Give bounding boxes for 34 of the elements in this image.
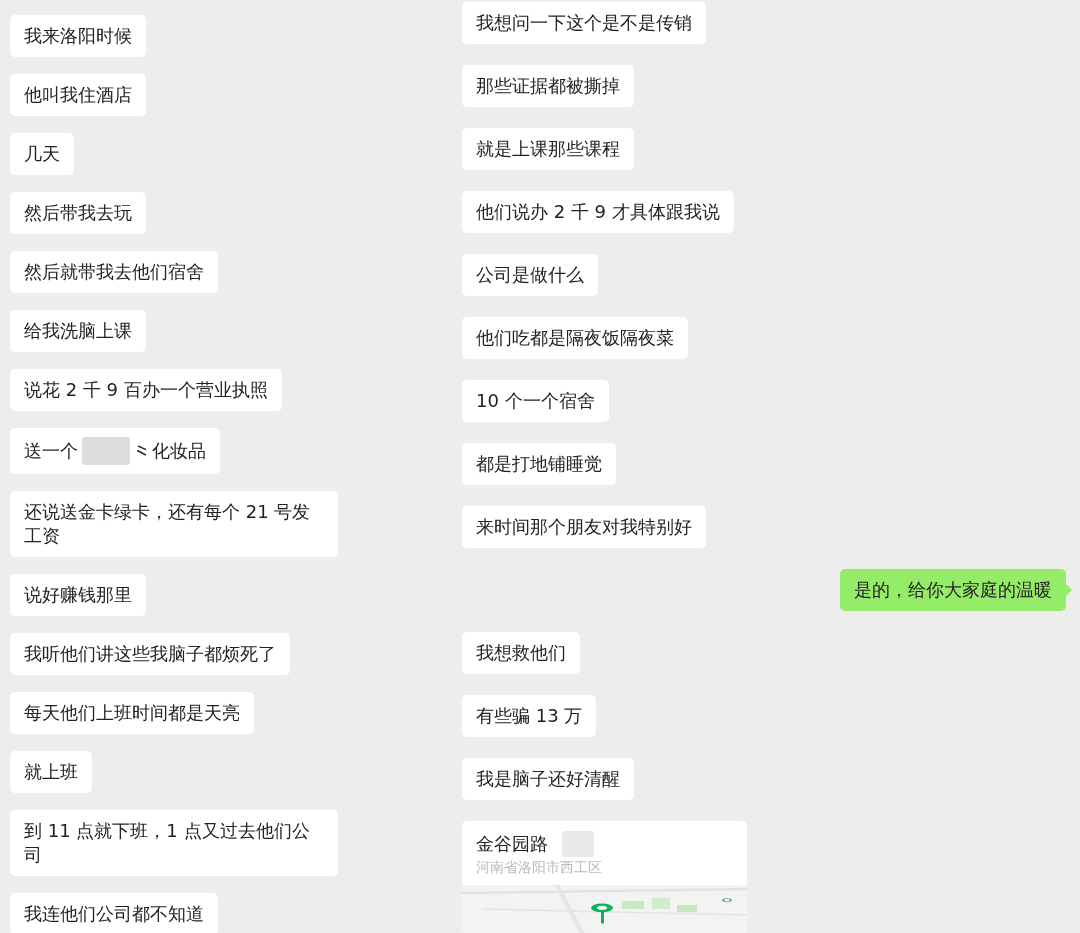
location-card[interactable]: 金谷园路 河南省洛阳市西工区 xyxy=(462,821,747,933)
message-text: 送一个 xyxy=(24,439,78,463)
message-bubble: 几天 xyxy=(10,133,74,175)
message-bubble: 他们吃都是隔夜饭隔夜菜 xyxy=(462,317,688,359)
redaction-patch xyxy=(82,437,130,465)
message-bubble: 给我洗脑上课 xyxy=(10,310,146,352)
message-bubble: 来时间那个朋友对我特别好 xyxy=(462,506,706,548)
message-text: ⺀化妆品 xyxy=(134,439,206,463)
message-bubble: 到 11 点就下班，1 点又过去他们公司 xyxy=(10,810,338,876)
location-title: 金谷园路 xyxy=(476,832,548,856)
message-bubble: 是的，给你大家庭的温暖 xyxy=(840,569,1066,611)
message-bubble: 还说送金卡绿卡，还有每个 21 号发工资 xyxy=(10,491,338,557)
message-bubble: 有些骗 13 万 xyxy=(462,695,597,737)
message-bubble: 我来洛阳时候 xyxy=(10,15,146,57)
message-bubble: 都是打地铺睡觉 xyxy=(462,443,616,485)
message-bubble: 那些证据都被撕掉 xyxy=(462,65,634,107)
message-bubble: 就是上课那些课程 xyxy=(462,128,634,170)
message-bubble: 他叫我住酒店 xyxy=(10,74,146,116)
message-bubble: 10 个一个宿舍 xyxy=(462,380,609,422)
message-bubble: 就上班 xyxy=(10,751,92,793)
message-bubble: 每天他们上班时间都是天亮 xyxy=(10,692,254,734)
message-bubble: 说好赚钱那里 xyxy=(10,574,146,616)
message-bubble: 然后就带我去他们宿舍 xyxy=(10,251,218,293)
location-address: 河南省洛阳市西工区 xyxy=(475,858,603,877)
message-bubble: 我想救他们 xyxy=(462,632,580,674)
message-bubble: 他们说办 2 千 9 才具体跟我说 xyxy=(462,191,734,233)
bubble-tail-icon xyxy=(1066,584,1072,596)
message-bubble: 我想问一下这个是不是传销 xyxy=(462,2,706,44)
message-bubble: 公司是做什么 xyxy=(462,254,598,296)
message-bubble: 然后带我去玩 xyxy=(10,192,146,234)
message-bubble: 我听他们讲这些我脑子都烦死了 xyxy=(10,633,290,675)
message-bubble: 我是脑子还好清醒 xyxy=(462,758,634,800)
message-bubble: 我连他们公司都不知道 xyxy=(10,893,218,933)
message-bubble: 说花 2 千 9 百办一个营业执照 xyxy=(10,369,282,411)
